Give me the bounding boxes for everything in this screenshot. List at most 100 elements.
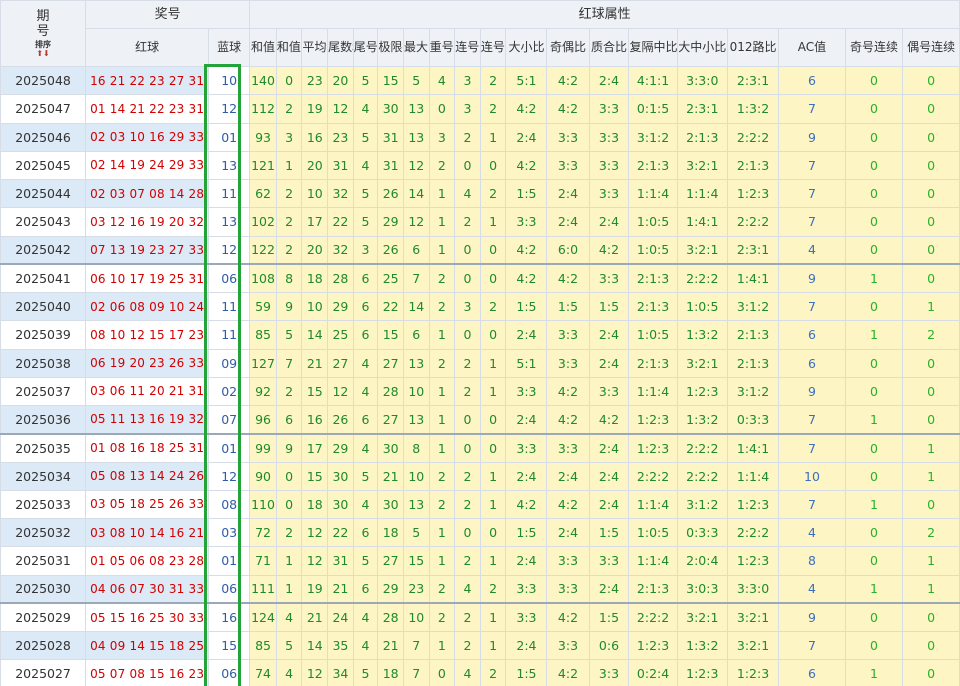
attr-cell: 1: [479, 602, 507, 633]
red-balls: 02 03 10 16 29 33: [85, 122, 210, 152]
attr-cell: 4:2: [505, 489, 548, 520]
red-balls: 03 06 11 20 21 31: [85, 376, 210, 407]
attr-cell: 4:2: [546, 263, 590, 294]
attr-cell: 3:3: [546, 348, 590, 378]
attr-cell: 30: [377, 489, 404, 520]
attr-cell: 5: [402, 65, 430, 96]
attr-cell: 7: [778, 207, 846, 237]
attr-cell: 3:1:2: [726, 291, 780, 322]
attr-cell: 6: [352, 574, 379, 604]
attr-cell: 2:2:2: [726, 207, 780, 237]
attr-cell: 4: [352, 489, 379, 520]
attr-cell: 2: [275, 178, 303, 209]
attr-cell: 18: [377, 659, 404, 686]
attr-cell: 1:0:5: [628, 320, 678, 350]
attr-cell: 2:2:2: [676, 432, 728, 463]
attr-cell: 2:4: [505, 122, 548, 152]
attr-cell: 1:5: [505, 659, 548, 686]
blue-ball: 09: [208, 348, 251, 378]
red-balls: 08 10 12 15 17 23: [85, 320, 210, 350]
attr-cell: 5: [352, 122, 379, 152]
attr-cell: 0: [275, 461, 303, 491]
attr-cell: 1: [844, 320, 904, 350]
attr-cell: 3:3: [505, 207, 548, 237]
attr-cell: 21: [377, 461, 404, 491]
attr-cell: 2:4: [546, 207, 590, 237]
attr-cell: 1:1:4: [628, 546, 678, 576]
attr-cell: 140: [249, 65, 277, 96]
attr-cell: 3: [454, 94, 481, 124]
attr-cell: 2: [275, 376, 303, 407]
attr-cell: 1:5: [588, 291, 630, 322]
attr-cell: 1:1:4: [628, 489, 678, 520]
attr-cell: 6: [778, 659, 846, 686]
table-row: 2025040 02 06 08 09 10 24 11 59 9 10 29 6 22 14 2 3…: [0, 291, 960, 322]
attr-cell: 1:3:2: [676, 404, 728, 435]
attr-cell: 0:3:3: [726, 404, 780, 435]
attr-column-header: 和值: [249, 28, 277, 67]
attr-cell: 6: [778, 65, 846, 96]
attr-cell: 1:4:1: [726, 432, 780, 463]
attr-cell: 59: [249, 291, 277, 322]
blue-ball: 13: [208, 207, 251, 237]
table-row: 2025029 05 15 16 25 30 33 16 124 4 21 24 4 28 10 2…: [0, 602, 960, 633]
attr-cell: 5: [352, 207, 379, 237]
blue-ball: 10: [208, 65, 251, 96]
attr-cell: 28: [327, 263, 354, 294]
attr-cell: 9: [778, 376, 846, 407]
attr-cell: 4:2: [588, 235, 630, 265]
table-row: 2025048 16 21 22 23 27 31 10 140 0 23 20 5 15 5 4 3…: [0, 65, 960, 96]
attr-cell: 2:4: [505, 630, 548, 661]
attr-cell: 3:2:1: [676, 348, 728, 378]
header-row-1: 期 号 排序 ⬆⬇ 奖号 红球属性: [0, 0, 960, 67]
attr-cell: 6: [352, 291, 379, 322]
attr-cell: 3:3: [588, 122, 630, 152]
attr-cell: 1:3:2: [676, 630, 728, 661]
attr-cell: 30: [377, 94, 404, 124]
attr-cell: 0: [454, 235, 481, 265]
attr-cell: 4:2: [546, 659, 590, 686]
attr-cell: 3:3: [505, 376, 548, 407]
attr-cell: 0: [844, 207, 904, 237]
attr-cell: 4:2: [546, 602, 590, 633]
attr-cell: 1:0:5: [628, 517, 678, 548]
issue-number: 2025029: [0, 602, 87, 633]
attr-cell: 12: [301, 546, 329, 576]
attr-cell: 2: [454, 489, 481, 520]
attr-cell: 20: [301, 235, 329, 265]
attr-cell: 0:3:3: [676, 517, 728, 548]
attr-cell: 3: [428, 122, 456, 152]
attr-cell: 2: [428, 263, 456, 294]
sort-toggle[interactable]: 排序 ⬆⬇: [2, 40, 85, 58]
attr-cell: 18: [377, 517, 404, 548]
attr-cell: 0:6: [588, 630, 630, 661]
attr-cell: 12: [402, 150, 430, 181]
attr-cell: 3:3: [546, 432, 590, 463]
blue-ball: 01: [208, 546, 251, 576]
attr-cell: 6: [402, 320, 430, 350]
attr-cell: 1: [428, 546, 456, 576]
attr-cell: 2: [454, 546, 481, 576]
attr-cell: 2:4: [588, 461, 630, 491]
attr-cell: 3:3: [546, 122, 590, 152]
attr-cell: 27: [377, 546, 404, 576]
table-row: 2025043 03 12 16 19 20 32 13 102 2 17 22 5 29 12 1…: [0, 207, 960, 237]
attr-cell: 14: [402, 178, 430, 209]
attr-cell: 3:3: [588, 94, 630, 124]
attr-cell: 2:1:3: [628, 348, 678, 378]
attr-cell: 3:3: [588, 376, 630, 407]
blue-ball-header: 蓝球: [208, 28, 251, 67]
attr-cell: 9: [275, 291, 303, 322]
attr-cell: 15: [301, 376, 329, 407]
attr-cell: 21: [327, 574, 354, 604]
attr-cell: 4: [352, 432, 379, 463]
red-balls: 03 08 10 14 16 21: [85, 517, 210, 548]
attr-cell: 1:4:1: [676, 207, 728, 237]
attr-cell: 1: [428, 320, 456, 350]
attr-cell: 20: [327, 65, 354, 96]
issue-header[interactable]: 期 号 排序 ⬆⬇: [0, 0, 87, 67]
attr-cell: 5:1: [505, 348, 548, 378]
table-row: 2025045 02 14 19 24 29 33 13 121 1 20 31 4 31 12 2…: [0, 150, 960, 181]
attr-cell: 22: [327, 207, 354, 237]
attr-cell: 0: [902, 150, 960, 181]
